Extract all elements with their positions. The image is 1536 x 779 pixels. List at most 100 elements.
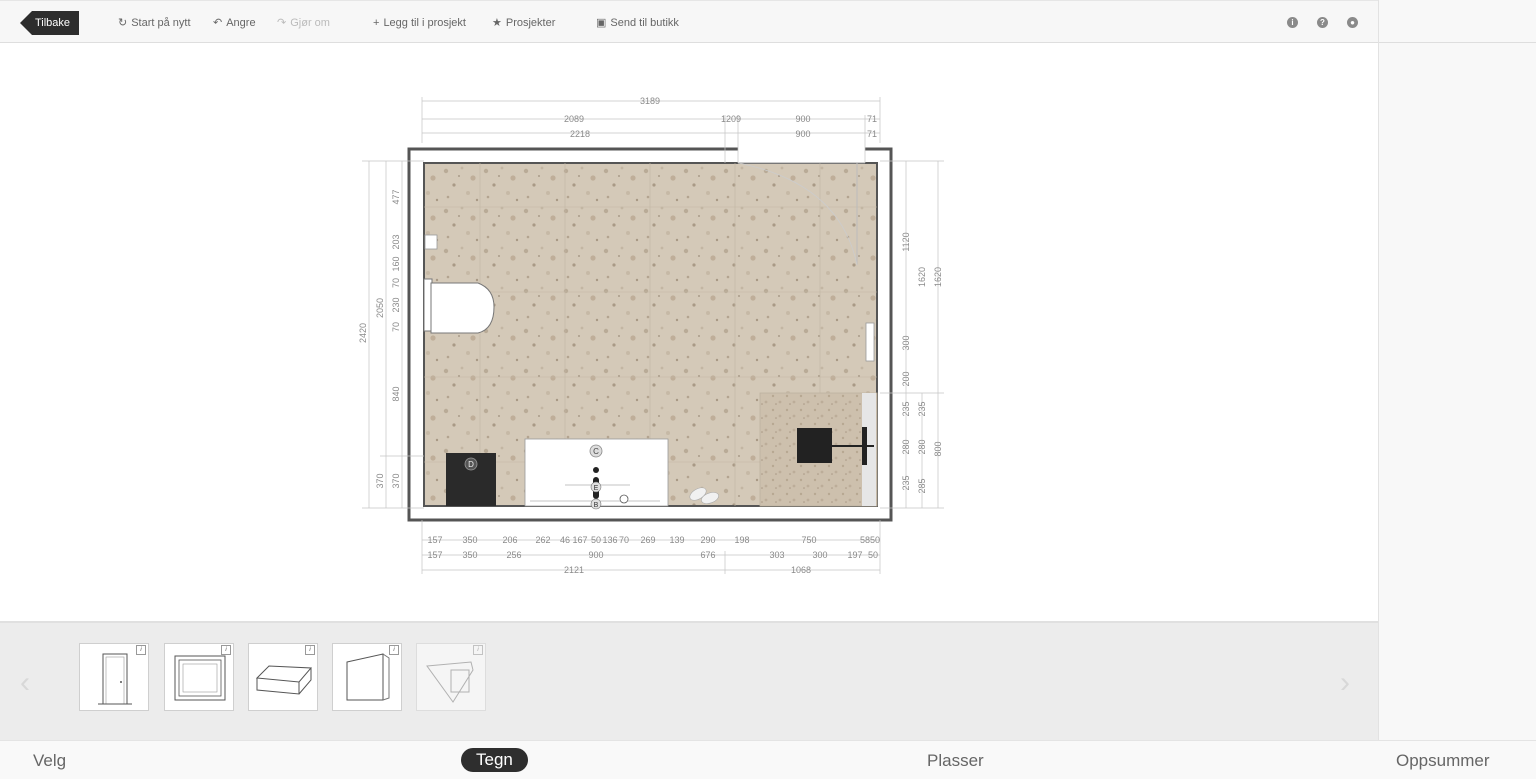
svg-text:1120: 1120 [901, 232, 911, 251]
svg-text:70: 70 [619, 535, 629, 545]
svg-text:750: 750 [801, 535, 816, 545]
svg-text:280: 280 [917, 439, 927, 454]
svg-text:50: 50 [591, 535, 601, 545]
svg-text:262: 262 [535, 535, 550, 545]
floor-plan[interactable]: D C E B 3189 2089 1209 900 71 2218 900 7… [0, 43, 1378, 621]
next-arrow-icon[interactable]: › [1340, 666, 1350, 700]
svg-text:3189: 3189 [640, 96, 660, 106]
tray-item-wall-niche[interactable]: i [332, 643, 402, 711]
svg-text:197: 197 [847, 550, 862, 560]
svg-text:206: 206 [502, 535, 517, 545]
svg-text:71: 71 [867, 114, 877, 124]
refresh-icon: ↻ [118, 17, 128, 29]
svg-text:269: 269 [640, 535, 655, 545]
step-oppsummer[interactable]: Oppsummer [1396, 751, 1490, 771]
left-dimensions [362, 160, 424, 509]
svg-text:350: 350 [462, 550, 477, 560]
step-velg[interactable]: Velg [33, 751, 66, 771]
info-icon[interactable]: i [305, 645, 315, 655]
step-tegn[interactable]: Tegn [461, 748, 528, 772]
right-dim-text: 1120 300 200 235 280 235 235 280 285 162… [901, 232, 943, 493]
svg-text:370: 370 [375, 473, 385, 488]
tray-item-door[interactable]: i [79, 643, 149, 711]
svg-text:230: 230 [391, 297, 401, 312]
svg-text:50: 50 [870, 535, 880, 545]
start-over-button[interactable]: ↻ Start på nytt [118, 16, 191, 30]
paper-holder [424, 234, 438, 250]
prev-arrow-icon[interactable]: ‹ [20, 666, 30, 700]
svg-text:1620: 1620 [917, 267, 927, 287]
svg-text:235: 235 [901, 401, 911, 416]
svg-text:50: 50 [868, 550, 878, 560]
svg-text:E: E [594, 485, 599, 492]
svg-text:900: 900 [588, 550, 603, 560]
star-icon: ★ [492, 17, 502, 29]
svg-text:350: 350 [462, 535, 477, 545]
redo-button[interactable]: ↷ Gjør om [277, 16, 330, 30]
info-icon[interactable]: i [473, 645, 483, 655]
step-navigation: Velg Tegn Plasser Oppsummer [0, 740, 1536, 779]
plus-icon: + [373, 17, 380, 29]
svg-text:900: 900 [795, 114, 810, 124]
svg-text:D: D [468, 460, 474, 469]
svg-text:235: 235 [901, 475, 911, 490]
projects-button[interactable]: ★ Prosjekter [492, 16, 555, 30]
send-to-store-button[interactable]: ▣ Send til butikk [596, 16, 679, 30]
svg-text:280: 280 [901, 439, 911, 454]
svg-text:46: 46 [560, 535, 570, 545]
svg-text:256: 256 [506, 550, 521, 560]
svg-text:2121: 2121 [564, 565, 584, 575]
svg-text:160: 160 [391, 256, 401, 271]
svg-text:C: C [593, 447, 599, 456]
help-icon[interactable]: ? [1317, 17, 1328, 28]
svg-text:198: 198 [734, 535, 749, 545]
svg-text:71: 71 [867, 129, 877, 139]
left-dim-text: 2420 2050 370 477 203 160 70 230 70 840 … [358, 189, 401, 488]
drawing-canvas[interactable]: D C E B 3189 2089 1209 900 71 2218 900 7… [0, 43, 1378, 621]
svg-text:1068: 1068 [791, 565, 811, 575]
svg-text:303: 303 [769, 550, 784, 560]
svg-text:1620: 1620 [933, 267, 943, 287]
svg-text:300: 300 [812, 550, 827, 560]
add-to-project-button[interactable]: + Legg til i prosjekt [373, 16, 466, 30]
svg-text:157: 157 [427, 535, 442, 545]
side-panel [1378, 0, 1536, 740]
towel-rail [865, 322, 875, 362]
svg-text:285: 285 [917, 478, 927, 493]
svg-text:167: 167 [572, 535, 587, 545]
svg-text:203: 203 [391, 234, 401, 249]
register-icon: ▣ [596, 17, 607, 29]
svg-text:290: 290 [700, 535, 715, 545]
info-icon[interactable]: i [1287, 17, 1298, 28]
svg-text:2420: 2420 [358, 323, 368, 343]
bottom-dimensions [421, 520, 881, 574]
svg-text:1209: 1209 [721, 114, 741, 124]
info-icon[interactable]: i [221, 645, 231, 655]
svg-text:139: 139 [669, 535, 684, 545]
svg-text:2050: 2050 [375, 298, 385, 318]
back-button[interactable]: Tilbake [20, 11, 79, 35]
side-panel-header [1379, 0, 1536, 43]
door-opening [738, 147, 865, 163]
info-icon[interactable]: i [136, 645, 146, 655]
toolbar: Tilbake ↻ Start på nytt ↶ Angre ↷ Gjør om +… [0, 0, 1378, 43]
svg-text:58: 58 [860, 535, 870, 545]
tray-item-window[interactable]: i [164, 643, 234, 711]
tray-item-box[interactable]: i [248, 643, 318, 711]
undo-button[interactable]: ↶ Angre [213, 16, 256, 30]
svg-text:70: 70 [391, 322, 401, 332]
redo-icon: ↷ [277, 17, 287, 29]
svg-text:370: 370 [391, 473, 401, 488]
tray-item-skylight[interactable]: i [416, 643, 486, 711]
user-icon[interactable]: ● [1347, 17, 1358, 28]
svg-text:2218: 2218 [570, 129, 590, 139]
step-plasser[interactable]: Plasser [927, 751, 984, 771]
svg-text:157: 157 [427, 550, 442, 560]
svg-text:70: 70 [391, 278, 401, 288]
svg-text:840: 840 [391, 386, 401, 401]
svg-text:136: 136 [602, 535, 617, 545]
svg-text:900: 900 [795, 129, 810, 139]
svg-text:477: 477 [391, 189, 401, 204]
svg-text:200: 200 [901, 371, 911, 386]
info-icon[interactable]: i [389, 645, 399, 655]
